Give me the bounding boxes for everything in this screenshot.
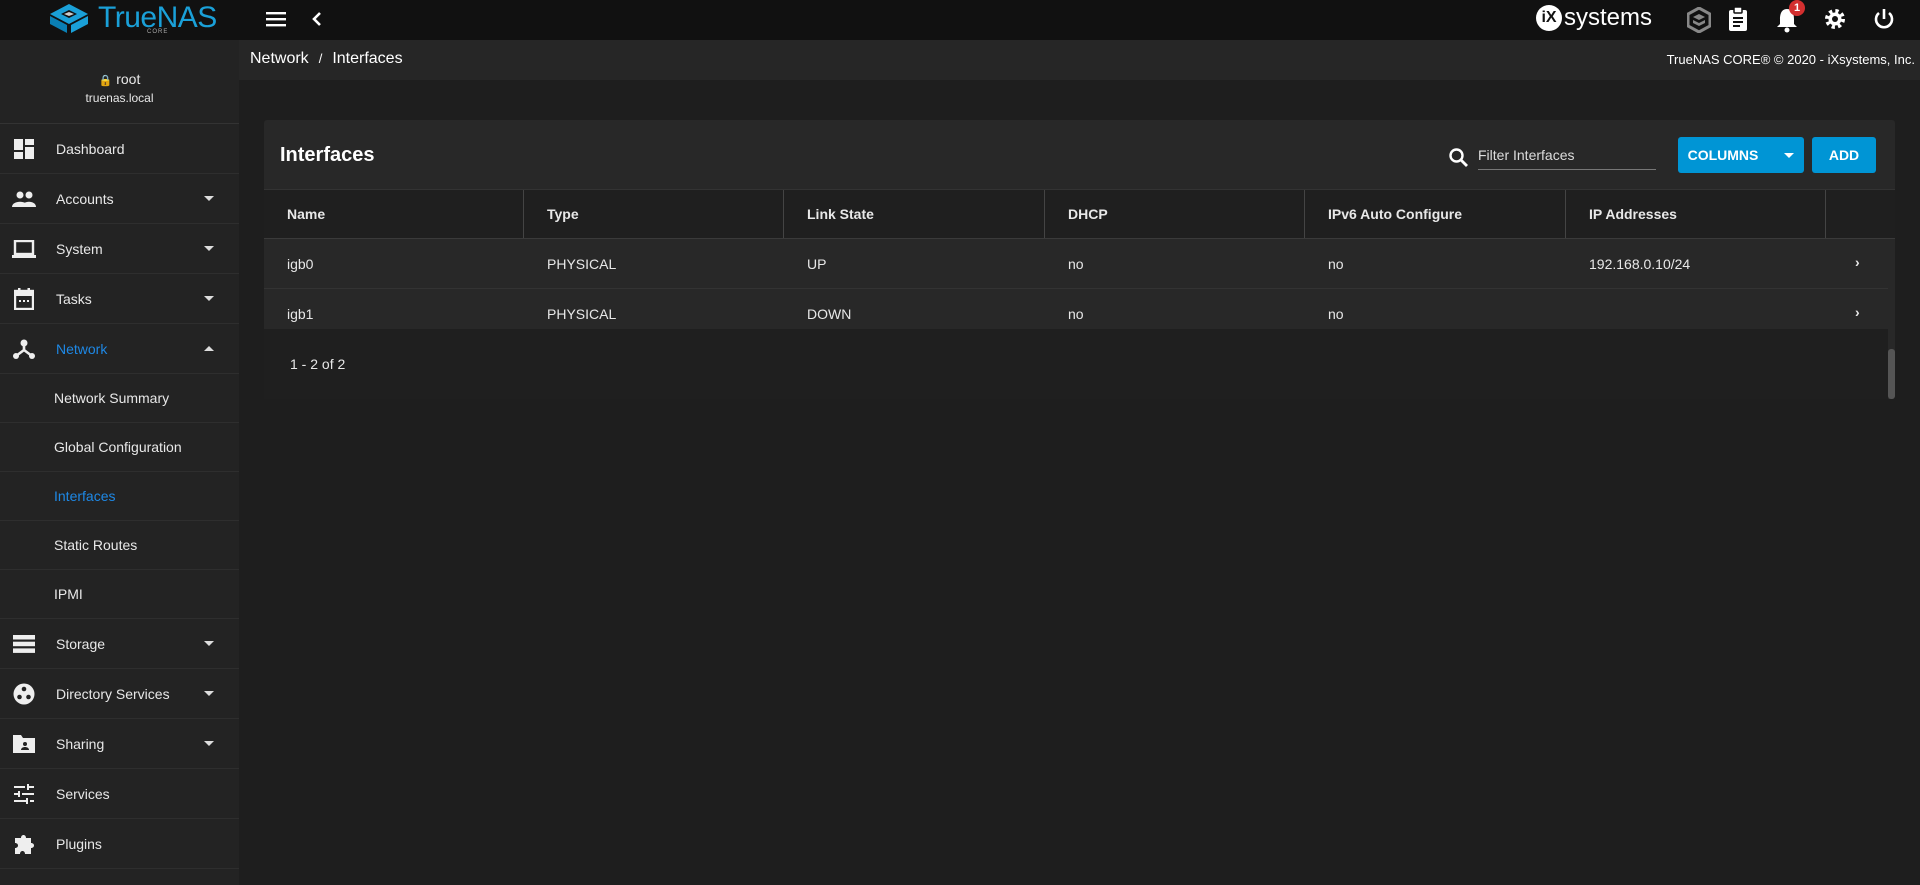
sidebar-item-accounts[interactable]: Accounts [0, 174, 239, 224]
cell-dhcp: no [1068, 256, 1084, 272]
top-bar: TrueNAS CORE iX systems 1 [0, 0, 1920, 40]
tune-icon [12, 782, 36, 806]
sidebar-subitem-interfaces[interactable]: Interfaces [0, 472, 239, 521]
cell-link-state: UP [807, 256, 827, 272]
power-icon[interactable] [1872, 7, 1896, 37]
sidebar-item-label: System [56, 240, 103, 257]
menu-toggle-icon[interactable] [265, 8, 287, 36]
cell-name: igb0 [287, 256, 314, 272]
collapse-sidebar-icon[interactable] [309, 8, 325, 36]
sidebar-subitem-static-routes[interactable]: Static Routes [0, 521, 239, 570]
pagination-info: 1 - 2 of 2 [290, 356, 346, 372]
scrollbar[interactable] [1888, 349, 1895, 399]
truenas-logo-icon [50, 4, 88, 33]
ixsystems-logo[interactable]: iX systems [1536, 4, 1652, 32]
sidebar-subitem-network-summary[interactable]: Network Summary [0, 374, 239, 423]
chevron-up-icon [204, 346, 214, 351]
breadcrumb: Network / Interfaces [250, 50, 403, 68]
add-button[interactable]: ADD [1812, 137, 1876, 173]
puzzle-icon [12, 832, 36, 856]
breadcrumb-bar: Network / Interfaces TrueNAS CORE® © 2020 … [239, 40, 1920, 80]
copyright: TrueNAS CORE® © 2020 - iXsystems, Inc. [1666, 52, 1915, 67]
column-header-ip-addresses[interactable]: IP Addresses [1566, 190, 1826, 238]
filter-interfaces-input[interactable] [1478, 140, 1656, 170]
chevron-down-icon [204, 246, 214, 251]
sidebar-item-label: Plugins [56, 835, 102, 852]
chevron-down-icon [204, 296, 214, 301]
task-manager-icon[interactable] [1727, 6, 1749, 38]
sidebar-item-storage[interactable]: Storage [0, 619, 239, 669]
column-header-type[interactable]: Type [524, 190, 784, 238]
column-header-dhcp[interactable]: DHCP [1045, 190, 1305, 238]
sidebar-subitem-ipmi[interactable]: IPMI [0, 570, 239, 619]
laptop-icon [12, 237, 36, 261]
chevron-down-icon [204, 691, 214, 696]
cell-ip-addresses: 192.168.0.10/24 [1589, 256, 1691, 272]
sidebar-item-sharing[interactable]: Sharing [0, 719, 239, 769]
sidebar-item-label: Directory Services [56, 685, 170, 702]
sidebar-item-label: Storage [56, 635, 106, 652]
columns-button[interactable]: COLUMNS [1678, 137, 1804, 173]
sidebar-subitem-global-configuration[interactable]: Global Configuration [0, 423, 239, 472]
search-icon [1448, 147, 1476, 169]
truenas-logo[interactable]: TrueNAS CORE [48, 2, 217, 35]
directory-icon [12, 682, 36, 706]
chevron-down-icon [204, 741, 214, 746]
accounts-icon [12, 187, 36, 211]
sidebar-item-services[interactable]: Services [0, 769, 239, 819]
sidebar-item-label: Sharing [56, 735, 105, 752]
sidebar: 🔒 root truenas.local Dashboard Accounts … [0, 40, 239, 885]
notification-badge: 1 [1789, 0, 1805, 16]
sidebar-item-plugins[interactable]: Plugins [0, 819, 239, 869]
vendor-name: systems [1564, 4, 1653, 31]
user-info: 🔒 root truenas.local [0, 40, 239, 124]
storage-icon [12, 632, 36, 656]
sidebar-item-dashboard[interactable]: Dashboard [0, 124, 239, 174]
sidebar-item-network[interactable]: Network [0, 324, 239, 374]
cell-ipv6: no [1328, 256, 1344, 272]
interfaces-card: Interfaces COLUMNS ADD Name Type Link St… [264, 120, 1895, 399]
column-header-name[interactable]: Name [264, 190, 524, 238]
folder-shared-icon [12, 732, 36, 756]
column-header-link-state[interactable]: Link State [784, 190, 1045, 238]
calendar-icon [12, 287, 36, 311]
table-row[interactable]: igb0 PHYSICAL UP no no 192.168.0.10/24 › [264, 239, 1888, 289]
chevron-down-icon [204, 196, 214, 201]
sidebar-item-directory-services[interactable]: Directory Services [0, 669, 239, 719]
settings-gear-icon[interactable] [1823, 7, 1847, 37]
lock-icon: 🔒 [98, 75, 113, 87]
columns-label: COLUMNS [1687, 147, 1759, 163]
sidebar-item-label: Tasks [56, 290, 92, 307]
sidebar-item-system[interactable]: System [0, 224, 239, 274]
sidebar-item-label: Services [56, 785, 110, 802]
username: root [116, 71, 141, 87]
truecommand-icon[interactable] [1686, 6, 1712, 39]
hostname: truenas.local [85, 91, 154, 105]
column-header-ipv6[interactable]: IPv6 Auto Configure [1305, 190, 1566, 238]
sidebar-item-label: Accounts [56, 190, 114, 207]
sidebar-item-label: Network [56, 340, 108, 357]
network-icon [12, 337, 36, 361]
chevron-down-icon [204, 641, 214, 646]
sidebar-item-tasks[interactable]: Tasks [0, 274, 239, 324]
caret-down-icon [1784, 152, 1795, 158]
brand-sub: CORE [147, 29, 169, 35]
table-footer: 1 - 2 of 2 [264, 329, 1888, 399]
dashboard-icon [12, 137, 36, 161]
breadcrumb-separator: / [318, 51, 323, 66]
cell-type: PHYSICAL [547, 256, 617, 272]
ix-mark: iX [1536, 5, 1562, 31]
chevron-right-icon[interactable]: › [1855, 304, 1860, 320]
breadcrumb-interfaces: Interfaces [332, 50, 403, 67]
card-title: Interfaces [280, 144, 375, 166]
sidebar-item-label: Dashboard [56, 140, 125, 157]
breadcrumb-network[interactable]: Network [250, 50, 309, 67]
table-header: Name Type Link State DHCP IPv6 Auto Conf… [264, 189, 1895, 239]
chevron-right-icon[interactable]: › [1855, 254, 1860, 270]
